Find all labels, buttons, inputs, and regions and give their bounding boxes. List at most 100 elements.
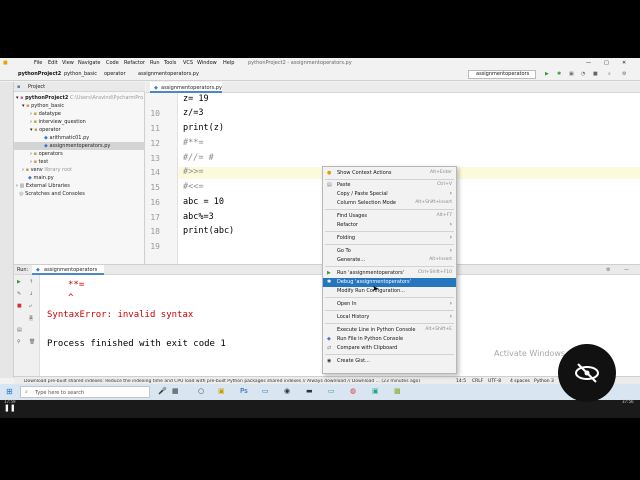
- tree-item-datatype[interactable]: › ▪ datatype: [30, 110, 61, 118]
- taskbar-app-icon[interactable]: ▭: [262, 387, 269, 395]
- wrench-icon[interactable]: ✎: [17, 291, 21, 297]
- breadcrumb-project[interactable]: pythonProject2: [18, 71, 61, 77]
- code-line[interactable]: #>>=: [183, 167, 203, 177]
- menu-navigate[interactable]: Navigate: [78, 60, 100, 66]
- menu-item-execute-line[interactable]: Execute Line in Python Console Alt+Shift+…: [323, 326, 456, 335]
- minimize-icon[interactable]: —: [586, 60, 591, 66]
- search-icon[interactable]: ⌕: [608, 71, 611, 77]
- up-arrow-icon[interactable]: ↑: [29, 279, 33, 285]
- stop-icon[interactable]: ■: [17, 303, 22, 309]
- tree-item-arithmatic[interactable]: ◆ arithmatic01.py: [44, 134, 89, 142]
- settings-icon[interactable]: ⚙: [606, 267, 610, 273]
- profile-icon[interactable]: ◔: [581, 71, 585, 77]
- taskbar-app-icon[interactable]: ▣: [372, 387, 379, 395]
- code-line[interactable]: #**=: [183, 138, 203, 148]
- menu-window[interactable]: Window: [197, 60, 217, 66]
- overlay-button[interactable]: [558, 344, 616, 402]
- debug-icon[interactable]: ✱: [557, 71, 561, 77]
- project-panel-title[interactable]: Project: [28, 84, 45, 90]
- menu-item-folding[interactable]: Folding ›: [323, 234, 456, 243]
- tree-item-main[interactable]: ◆ main.py: [28, 174, 54, 182]
- tree-item-external-libraries[interactable]: › ▥ External Libraries: [16, 182, 70, 190]
- code-line[interactable]: z/=3: [183, 108, 203, 118]
- stop-icon[interactable]: ■: [593, 71, 598, 77]
- tree-item-assignmentoperators[interactable]: ◆ assignmentoperators.py: [14, 142, 145, 150]
- menu-vcs[interactable]: VCS: [183, 60, 193, 66]
- menu-item-open-in[interactable]: Open In ›: [323, 300, 456, 309]
- breadcrumb-python-basic[interactable]: python_basic: [64, 71, 97, 77]
- menu-item-generate[interactable]: Generate... Alt+Insert: [323, 256, 456, 265]
- wrap-icon[interactable]: ⤶: [29, 303, 32, 309]
- menu-help[interactable]: Help: [223, 60, 234, 66]
- tree-item-scratches[interactable]: ◎ Scratches and Consoles: [16, 190, 85, 198]
- menu-item-modify-run-config[interactable]: Modify Run Configuration...: [323, 287, 456, 296]
- tree-item-test[interactable]: › ▪ test: [30, 158, 48, 166]
- pycharm-icon[interactable]: ▩: [394, 387, 401, 395]
- delete-icon[interactable]: 🗑: [29, 339, 35, 345]
- menu-item-column-selection[interactable]: Column Selection Mode Alt+Shift+Insert: [323, 199, 456, 208]
- coverage-icon[interactable]: ▣: [569, 71, 574, 77]
- photoshop-icon[interactable]: Ps: [240, 387, 248, 395]
- code-line[interactable]: #<<=: [183, 182, 203, 192]
- maximize-icon[interactable]: □: [604, 60, 609, 66]
- down-arrow-icon[interactable]: ↓: [29, 291, 33, 297]
- code-line[interactable]: z= 19: [183, 94, 209, 104]
- menu-separator: [325, 231, 454, 232]
- settings-icon[interactable]: ⚙: [622, 71, 626, 77]
- menu-item-copy-paste-special[interactable]: Copy / Paste Special ›: [323, 190, 456, 199]
- menu-refactor[interactable]: Refactor: [124, 60, 145, 66]
- menu-item-compare-clipboard[interactable]: ⇄ Compare with Clipboard: [323, 344, 456, 353]
- menu-item-paste[interactable]: ▤ Paste Ctrl+V: [323, 181, 456, 190]
- menu-item-run[interactable]: ▶ Run 'assignmentoperators' Ctrl+Shift+F10: [323, 269, 456, 278]
- taskbar-search-box[interactable]: ⌕ Type here to search: [20, 386, 150, 398]
- menu-code[interactable]: Code: [106, 60, 119, 66]
- menu-edit[interactable]: Edit: [48, 60, 58, 66]
- taskbar-app-icon[interactable]: ◉: [284, 387, 290, 395]
- menu-item-run-file-console[interactable]: ◆ Run File in Python Console: [323, 335, 456, 344]
- menu-item-go-to[interactable]: Go To ›: [323, 247, 456, 256]
- close-icon[interactable]: ✕: [622, 60, 626, 66]
- print-icon[interactable]: ▤: [17, 327, 22, 333]
- menu-tools[interactable]: Tools: [164, 60, 176, 66]
- menu-item-find-usages[interactable]: Find Usages Alt+F7: [323, 212, 456, 221]
- menu-item-local-history[interactable]: Local History ›: [323, 313, 456, 322]
- menu-item-label: Folding: [337, 235, 356, 241]
- code-line[interactable]: print(z): [183, 123, 224, 133]
- taskbar-app-icon[interactable]: ▬: [306, 387, 313, 395]
- scroll-end-icon[interactable]: ⇊: [29, 315, 34, 321]
- code-line[interactable]: print(abc): [183, 226, 234, 236]
- menu-item-debug[interactable]: ✱ Debug 'assignmentoperators': [323, 278, 456, 287]
- file-explorer-icon[interactable]: ▣: [218, 387, 225, 395]
- menu-run[interactable]: Run: [150, 60, 160, 66]
- run-icon[interactable]: ▶: [545, 71, 549, 77]
- hide-icon[interactable]: —: [624, 267, 629, 273]
- taskbar-app-icon[interactable]: ▭: [328, 387, 335, 395]
- menu-item-shortcut: Alt+Shift+Insert: [415, 200, 452, 205]
- task-view-icon[interactable]: ▦: [172, 387, 179, 395]
- menu-item-shortcut: Ctrl+Shift+F10: [417, 270, 452, 275]
- code-line[interactable]: abc%=3: [183, 212, 214, 222]
- tree-item-venv[interactable]: › ▪ venv library root: [22, 166, 72, 174]
- menu-item-create-gist[interactable]: ◉ Create Gist...: [323, 357, 456, 366]
- rerun-icon[interactable]: ▶: [17, 279, 21, 285]
- tree-item-operators[interactable]: › ▪ operators: [30, 150, 63, 158]
- tree-item-interview-question[interactable]: › ▪ interview_question: [30, 118, 86, 126]
- menu-view[interactable]: View: [62, 60, 74, 66]
- tree-item-operator[interactable]: ▾ ▪ operator: [30, 126, 61, 134]
- breadcrumb-file[interactable]: assignmentoperators.py: [138, 71, 199, 77]
- pause-icon[interactable]: ❚❚: [4, 404, 16, 412]
- tree-item-root[interactable]: ▾ ▪ pythonProject2 C:\Users\Aravind\Pych…: [16, 94, 143, 102]
- pin-icon[interactable]: ⚲: [17, 339, 21, 345]
- tree-item-python-basic[interactable]: ▾ ▪ python_basic: [22, 102, 64, 110]
- menu-file[interactable]: File: [34, 60, 42, 66]
- chrome-icon[interactable]: ◍: [350, 387, 356, 395]
- breadcrumb-operator[interactable]: operator: [104, 71, 126, 77]
- menu-item-refactor[interactable]: Refactor ›: [323, 221, 456, 230]
- cortana-icon[interactable]: ○: [198, 387, 204, 395]
- code-line[interactable]: #//= #: [183, 153, 214, 163]
- mic-icon[interactable]: 🎤: [158, 387, 167, 395]
- code-line[interactable]: abc = 10: [183, 197, 224, 207]
- windows-start-icon[interactable]: ⊞: [6, 387, 13, 396]
- menu-item-show-context-actions[interactable]: ● Show Context Actions Alt+Enter: [323, 169, 456, 178]
- editor-tab[interactable]: ◆ assignmentoperators.py: [150, 82, 222, 93]
